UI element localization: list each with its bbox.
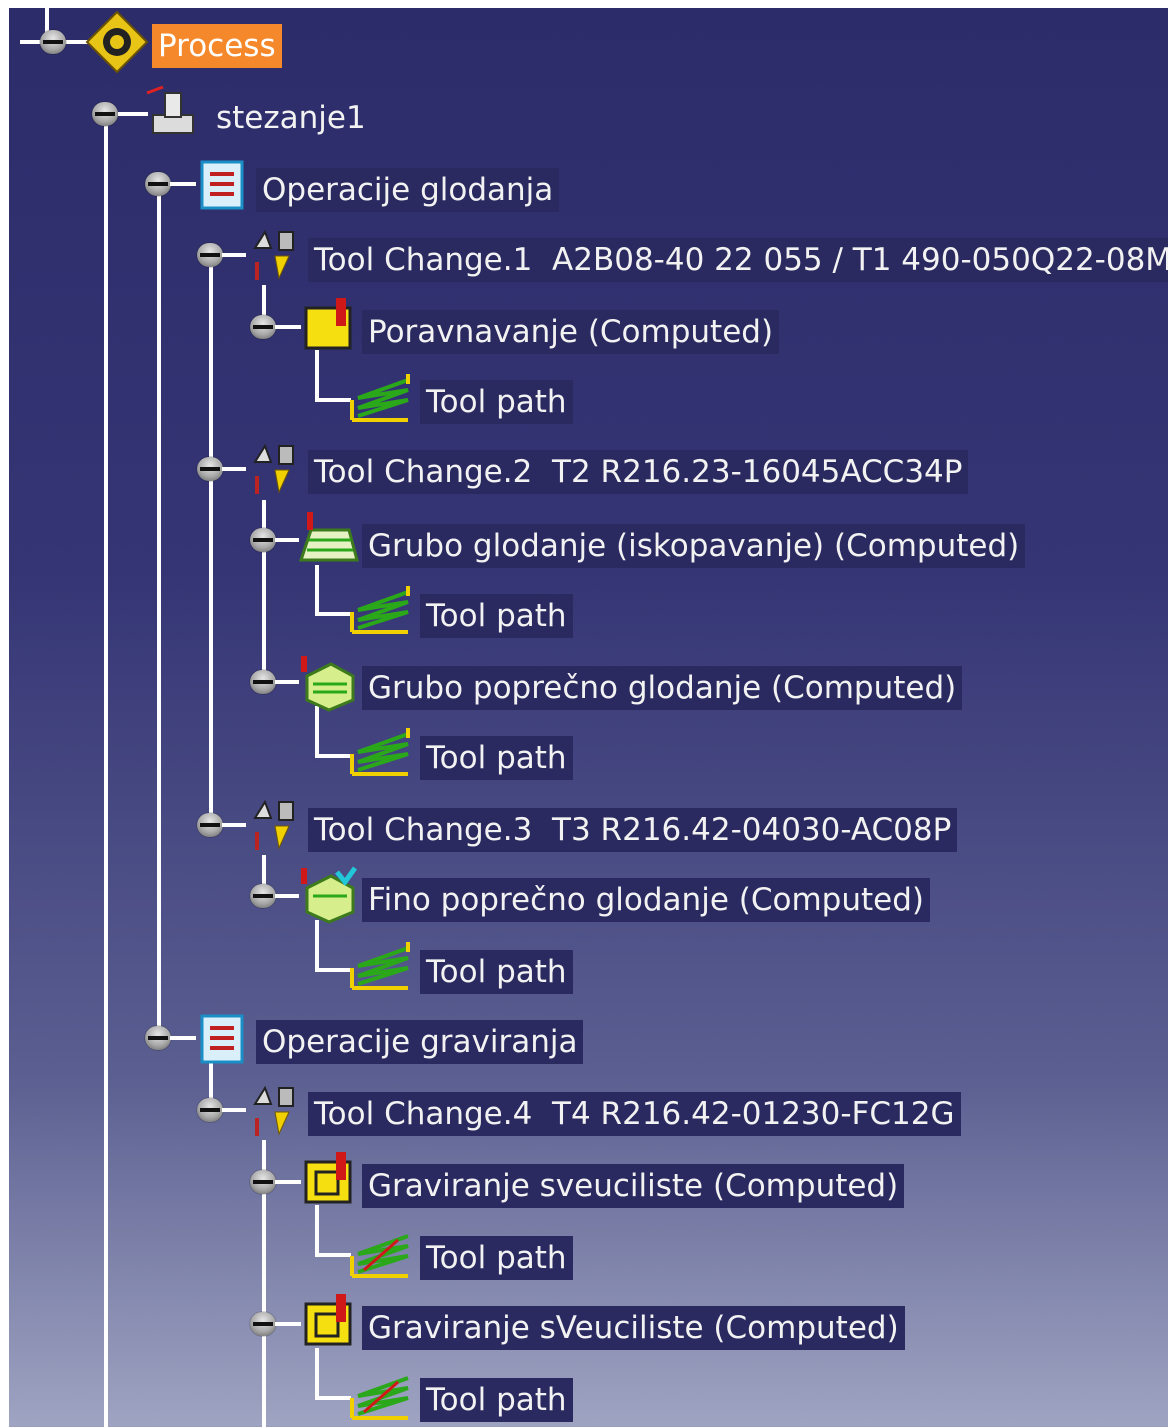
tree-line <box>315 968 351 972</box>
finishing-sweep-operation-icon[interactable] <box>297 866 359 924</box>
top-border <box>0 0 1168 8</box>
collapse-toggle[interactable] <box>145 1026 171 1050</box>
tool-change-icon[interactable] <box>245 1082 305 1138</box>
engraving-operation-icon[interactable] <box>300 1292 358 1350</box>
tree-line <box>275 894 299 898</box>
tree-node-operation-5[interactable]: Graviranje sveuciliste (Computed) <box>362 1164 905 1208</box>
tree-line <box>315 398 351 402</box>
tree-line <box>275 1322 301 1326</box>
tool-path-icon[interactable] <box>348 724 416 778</box>
tree-line <box>222 467 246 471</box>
collapse-toggle[interactable] <box>250 315 276 339</box>
engraving-operation-icon[interactable] <box>300 1150 358 1208</box>
tree-line <box>275 538 299 542</box>
tree-line <box>315 754 351 758</box>
tree-line <box>170 1036 196 1040</box>
tree-node-operation-6[interactable]: Graviranje sVeuciliste (Computed) <box>362 1306 905 1350</box>
tree-line <box>315 1348 319 1398</box>
tree-line <box>315 920 319 970</box>
tree-line <box>315 1396 351 1400</box>
tool-path-icon[interactable] <box>348 1368 416 1422</box>
collapse-toggle[interactable] <box>250 884 276 908</box>
tree-line <box>315 706 319 756</box>
tree-line <box>209 255 213 825</box>
tree-node-program-2[interactable]: Operacije graviranja <box>256 1020 584 1064</box>
tree-node-tool-path[interactable]: Tool path <box>420 1378 573 1422</box>
tree-line <box>222 1108 246 1112</box>
tree-node-operation-4[interactable]: Fino poprečno glodanje (Computed) <box>362 878 930 922</box>
tree-line <box>315 1253 351 1257</box>
tree-node-setup[interactable]: stezanje1 <box>210 96 372 140</box>
tree-node-tool-path[interactable]: Tool path <box>420 950 573 994</box>
tool-change-icon[interactable] <box>245 440 305 496</box>
tree-line <box>315 350 319 400</box>
tree-line <box>170 182 196 186</box>
tool-path-icon[interactable] <box>348 1226 416 1280</box>
tree-node-tool-change-4[interactable]: Tool Change.4 T4 R216.42-01230-FC12G <box>308 1092 961 1136</box>
sweeping-operation-icon[interactable] <box>297 654 359 712</box>
tree-node-tool-path[interactable]: Tool path <box>420 380 573 424</box>
tool-path-icon[interactable] <box>348 582 416 636</box>
tool-change-icon[interactable] <box>245 226 305 282</box>
facing-operation-icon[interactable] <box>300 296 358 354</box>
tree-node-tool-path[interactable]: Tool path <box>420 594 573 638</box>
tree-line <box>275 1180 301 1184</box>
collapse-toggle[interactable] <box>250 1312 276 1336</box>
collapse-toggle[interactable] <box>197 1098 223 1122</box>
tree-line <box>315 1205 319 1255</box>
tree-node-operation-1[interactable]: Poravnavanje (Computed) <box>362 310 780 354</box>
tree-node-tool-path[interactable]: Tool path <box>420 1236 573 1280</box>
collapse-toggle[interactable] <box>197 243 223 267</box>
tree-node-tool-change-3[interactable]: Tool Change.3 T3 R216.42-04030-AC08P <box>308 808 958 852</box>
left-border <box>0 0 9 1427</box>
roughing-operation-icon[interactable] <box>297 510 361 568</box>
tree-node-program-1[interactable]: Operacije glodanja <box>256 168 560 212</box>
collapse-toggle[interactable] <box>197 813 223 837</box>
tree-line <box>222 823 246 827</box>
tree-line <box>104 115 108 1427</box>
collapse-toggle[interactable] <box>250 1170 276 1194</box>
manufacturing-program-icon[interactable] <box>196 1012 252 1068</box>
collapse-toggle[interactable] <box>145 172 171 196</box>
tree-line <box>275 680 299 684</box>
tool-change-icon[interactable] <box>245 796 305 852</box>
manufacturing-program-icon[interactable] <box>196 158 252 214</box>
collapse-toggle[interactable] <box>92 102 118 126</box>
tool-path-icon[interactable] <box>348 370 416 424</box>
tree-node-tool-change-2[interactable]: Tool Change.2 T2 R216.23-16045ACC34P <box>308 450 969 494</box>
collapse-toggle[interactable] <box>197 457 223 481</box>
tree-line <box>315 565 319 615</box>
tree-line <box>157 185 161 1040</box>
tree-node-operation-2[interactable]: Grubo glodanje (iskopavanje) (Computed) <box>362 524 1026 568</box>
tool-path-icon[interactable] <box>348 938 416 992</box>
tree-node-tool-change-1[interactable]: Tool Change.1 A2B08-40 22 055 / T1 490-0… <box>308 238 1168 282</box>
tree-node-operation-3[interactable]: Grubo poprečno glodanje (Computed) <box>362 666 963 710</box>
collapse-toggle[interactable] <box>40 30 66 54</box>
collapse-toggle[interactable] <box>250 528 276 552</box>
part-operation-icon[interactable] <box>143 85 203 141</box>
collapse-toggle[interactable] <box>250 670 276 694</box>
tree-node-tool-path[interactable]: Tool path <box>420 736 573 780</box>
tree-node-process[interactable]: Process <box>152 24 282 68</box>
tree-line <box>222 253 246 257</box>
process-icon[interactable] <box>85 10 149 74</box>
tree-line <box>315 612 351 616</box>
tree-line <box>275 325 301 329</box>
